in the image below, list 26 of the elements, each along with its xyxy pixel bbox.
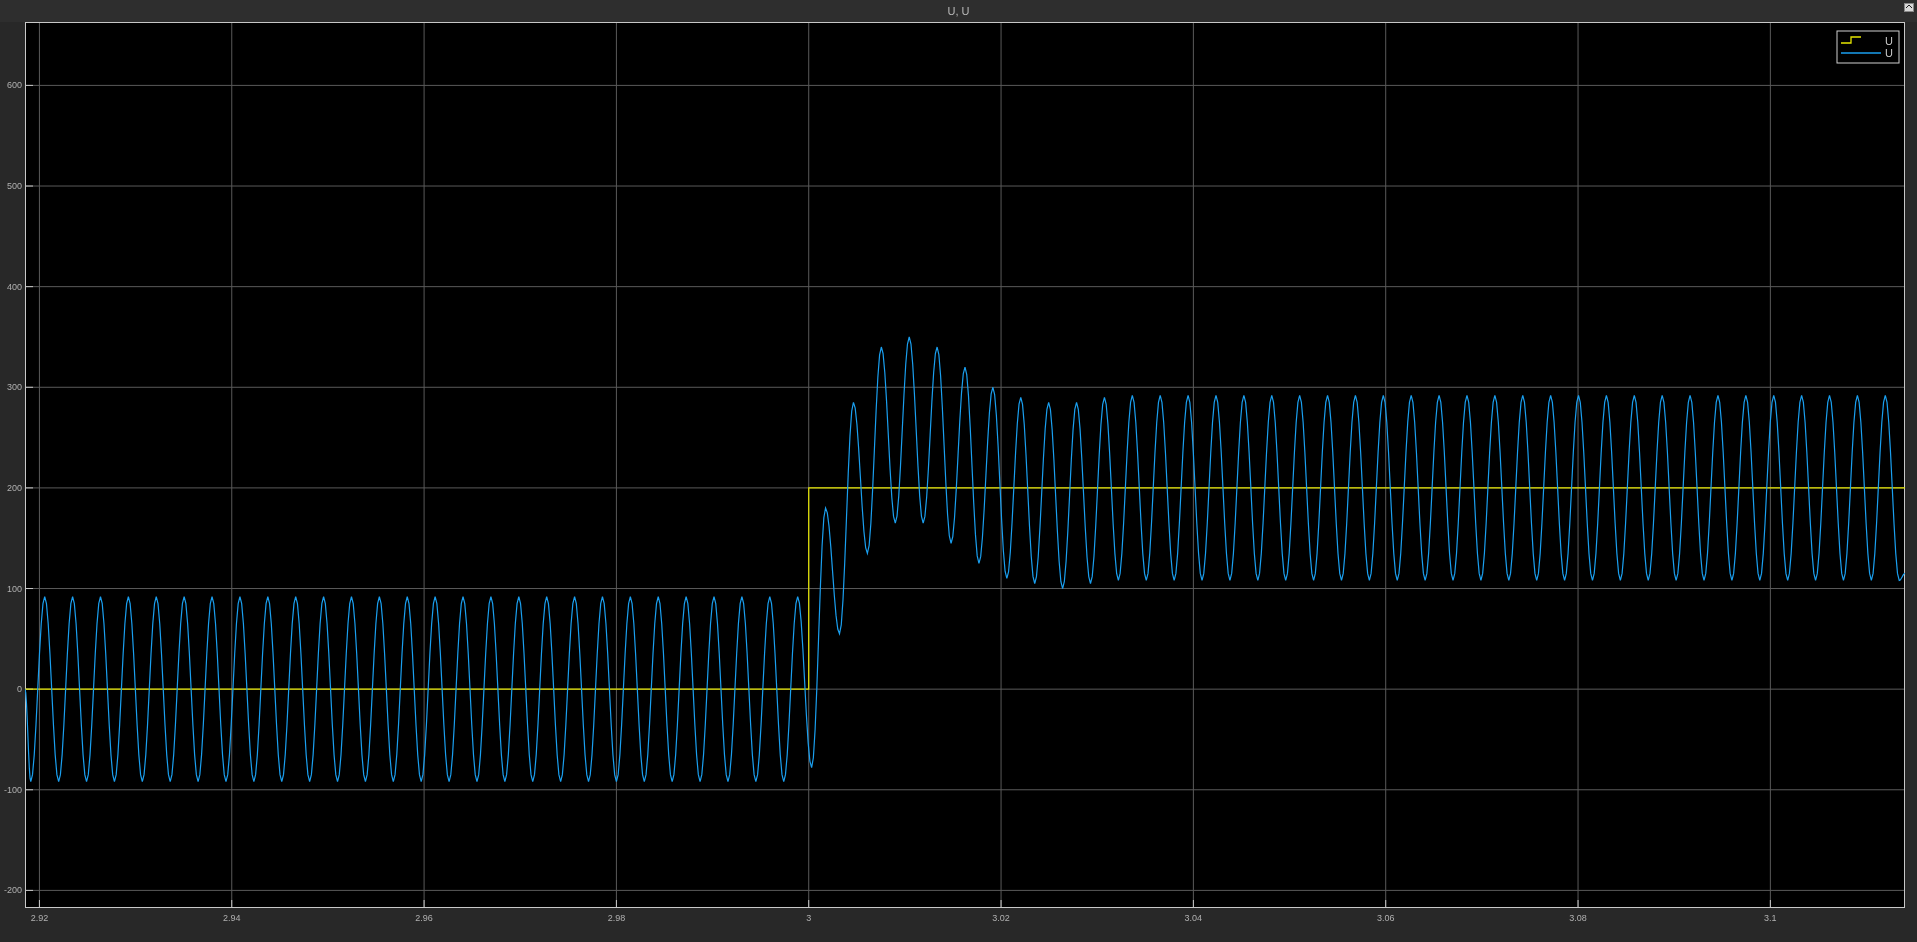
axis-label: 100 (6, 583, 22, 594)
axis-label: 300 (6, 382, 22, 393)
axis-label: 3.06 (1376, 913, 1395, 923)
legend-line-icon (1840, 52, 1882, 54)
axis-label: 2.98 (607, 913, 626, 923)
window-icon[interactable] (1904, 3, 1914, 12)
axis-label: 2.94 (223, 913, 241, 923)
axis-label: 3.1 (1764, 913, 1777, 923)
axis-label: -200 (4, 885, 22, 896)
axis-label: 500 (6, 181, 22, 191)
axis-label: 2.96 (415, 913, 433, 923)
axis-label: 2.92 (30, 913, 49, 923)
legend-box (1836, 30, 1900, 64)
axis-label: -100 (4, 784, 22, 795)
axis-label: 400 (6, 281, 22, 292)
legend-label: U (1885, 35, 1893, 47)
axis-label: 0 (17, 684, 22, 695)
axis-label: 3.02 (992, 913, 1010, 923)
legend-label: U (1885, 47, 1893, 59)
axis-label: 600 (6, 80, 22, 91)
axis-label: 3.04 (1184, 913, 1203, 923)
axis-label: 200 (6, 482, 22, 493)
axis-label: 3.08 (1569, 913, 1587, 923)
legend-step-icon (1840, 36, 1862, 44)
axis-label: 3 (806, 913, 812, 923)
plot-title: U, U (947, 3, 970, 19)
